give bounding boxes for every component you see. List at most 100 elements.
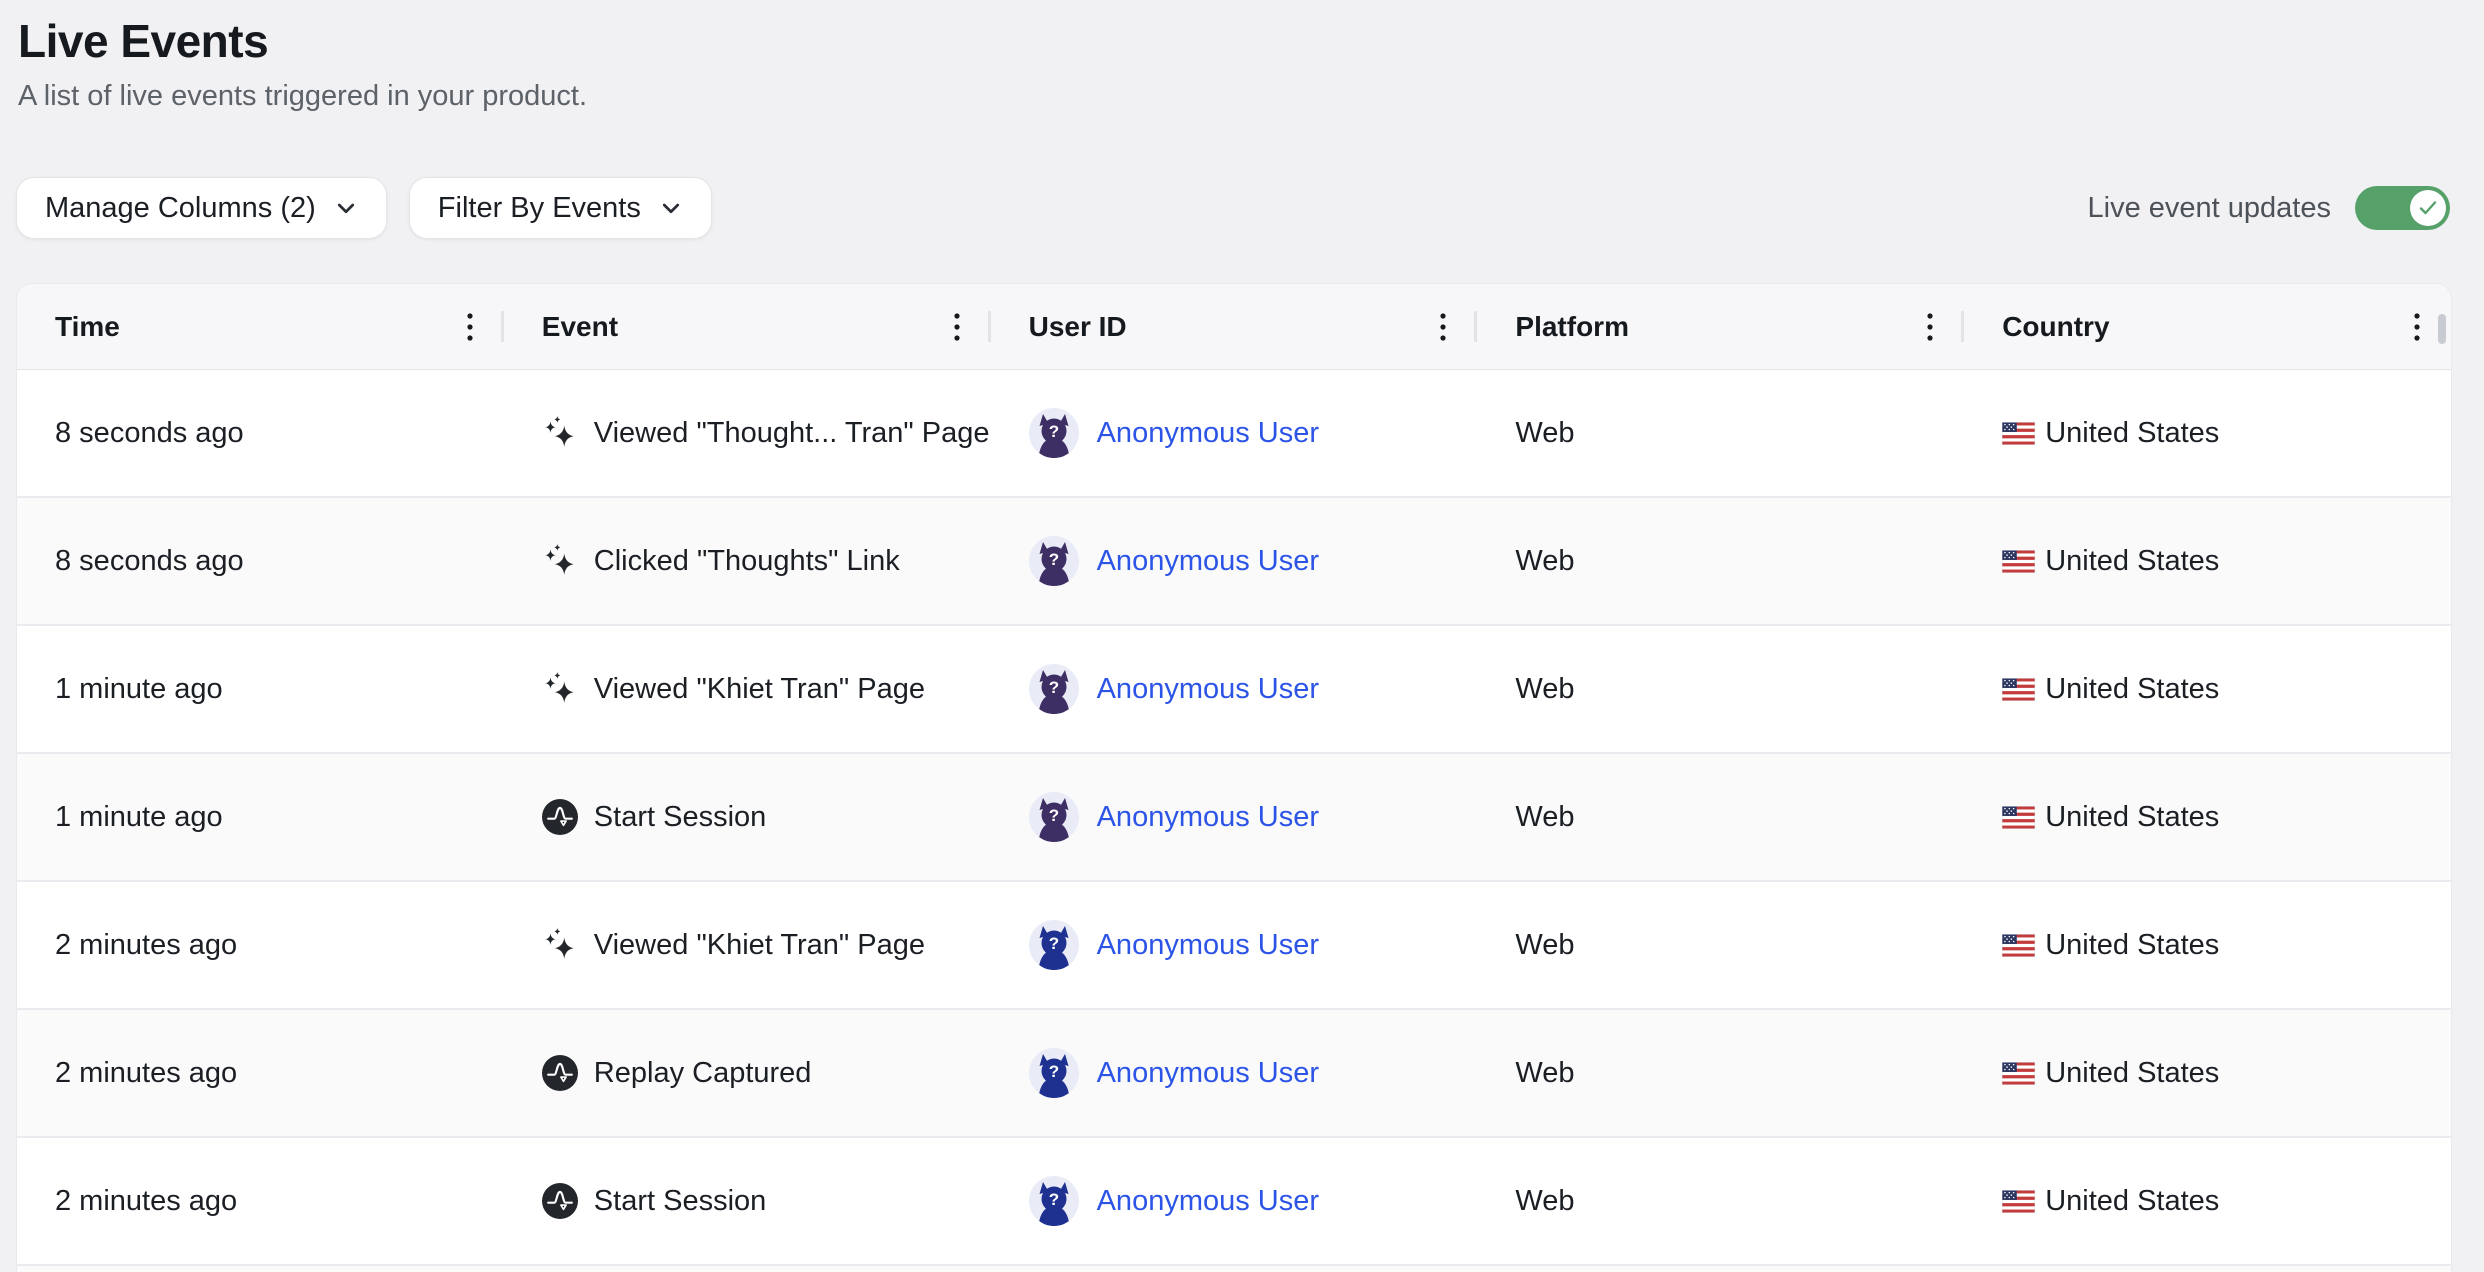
country-cell: United States	[1964, 1010, 2451, 1136]
country-label: United States	[2045, 1185, 2219, 1218]
us-flag-icon	[2002, 678, 2035, 701]
country-label: United States	[2045, 801, 2219, 834]
live-updates-control: Live event updates	[2088, 186, 2450, 230]
anonymous-avatar	[1029, 1048, 1079, 1098]
time-cell: 2 minutes ago	[17, 1138, 504, 1264]
event-cell: Viewed "Khiet Tran" Page	[504, 626, 991, 752]
chevron-down-icon	[659, 196, 683, 220]
anonymous-avatar	[1029, 408, 1079, 458]
user-cell: Anonymous User	[991, 754, 1478, 880]
country-label: United States	[2045, 417, 2219, 450]
country-cell: United States	[1964, 626, 2451, 752]
country-cell: United States	[1964, 1138, 2451, 1264]
column-label: Event	[542, 311, 618, 343]
user-link[interactable]: Anonymous User	[1097, 1185, 1319, 1218]
user-cell: Anonymous User	[991, 1010, 1478, 1136]
time-cell: 1 minute ago	[17, 626, 504, 752]
page-header: Live Events A list of live events trigge…	[0, 0, 2484, 113]
table-row[interactable]: 8 seconds ago Viewed "Thought... Tran" P…	[17, 370, 2451, 498]
column-menu-kebab-icon[interactable]	[1920, 307, 1940, 347]
event-label: Clicked "Thoughts" Link	[594, 545, 900, 578]
us-flag-icon	[2002, 422, 2035, 445]
amplitude-logo-icon	[542, 1183, 578, 1219]
time-cell: 2 minutes ago	[17, 1010, 504, 1136]
table-row[interactable]: 8 seconds ago Clicked "Thoughts" Link An…	[17, 498, 2451, 626]
platform-cell: Web	[1477, 498, 1964, 624]
us-flag-icon	[2002, 550, 2035, 573]
anonymous-avatar	[1029, 664, 1079, 714]
us-flag-icon	[2002, 1190, 2035, 1213]
table-row[interactable]: 1 minute ago Start Session Anonymous Use…	[17, 754, 2451, 882]
event-label: Replay Captured	[594, 1057, 812, 1090]
sparkles-icon	[542, 671, 578, 707]
country-cell: United States	[1964, 754, 2451, 880]
user-link[interactable]: Anonymous User	[1097, 417, 1319, 450]
user-link[interactable]: Anonymous User	[1097, 673, 1319, 706]
column-label: User ID	[1029, 311, 1127, 343]
platform-cell: Web	[1477, 754, 1964, 880]
event-label: Viewed "Khiet Tran" Page	[594, 673, 925, 706]
table-header-row: Time Event User ID Platform Country	[17, 284, 2451, 370]
amplitude-logo-icon	[542, 1055, 578, 1091]
page-subtitle: A list of live events triggered in your …	[18, 80, 2460, 113]
manage-columns-label: Manage Columns (2)	[45, 192, 316, 225]
time-cell: 8 seconds ago	[17, 498, 504, 624]
toggle-knob	[2410, 190, 2446, 226]
column-menu-kebab-icon[interactable]	[947, 307, 967, 347]
country-cell: United States	[1964, 370, 2451, 496]
user-cell: Anonymous User	[991, 1138, 1478, 1264]
column-menu-kebab-icon[interactable]	[460, 307, 480, 347]
column-header-country[interactable]: Country	[1964, 284, 2451, 369]
filter-by-events-button[interactable]: Filter By Events	[409, 177, 712, 239]
time-cell: 2 minutes ago	[17, 882, 504, 1008]
time-cell: 1 minute ago	[17, 754, 504, 880]
column-menu-kebab-icon[interactable]	[1433, 307, 1453, 347]
anonymous-avatar	[1029, 792, 1079, 842]
us-flag-icon	[2002, 934, 2035, 957]
us-flag-icon	[2002, 1062, 2035, 1085]
user-link[interactable]: Anonymous User	[1097, 1057, 1319, 1090]
live-events-table: Time Event User ID Platform Country 8 se…	[16, 283, 2452, 1272]
country-label: United States	[2045, 1057, 2219, 1090]
table-row[interactable]: 2 minutes ago Start Session Anonymous Us…	[17, 1138, 2451, 1266]
platform-cell: Web	[1477, 882, 1964, 1008]
platform-cell: Web	[1477, 1010, 1964, 1136]
us-flag-icon	[2002, 806, 2035, 829]
manage-columns-button[interactable]: Manage Columns (2)	[16, 177, 387, 239]
column-header-platform[interactable]: Platform	[1477, 284, 1964, 369]
event-cell: Start Session	[504, 754, 991, 880]
page-title: Live Events	[18, 14, 2460, 68]
platform-cell: Web	[1477, 370, 1964, 496]
column-label: Country	[2002, 311, 2109, 343]
event-cell: Start Session	[504, 1138, 991, 1264]
anonymous-avatar	[1029, 1176, 1079, 1226]
check-icon	[2416, 196, 2440, 220]
user-cell: Anonymous User	[991, 370, 1478, 496]
table-row[interactable]: 2 minutes ago Replay Captured Anonymous …	[17, 1010, 2451, 1138]
amplitude-logo-icon	[542, 799, 578, 835]
event-cell: Clicked "Thoughts" Link	[504, 498, 991, 624]
country-label: United States	[2045, 545, 2219, 578]
column-menu-kebab-icon[interactable]	[2407, 307, 2427, 347]
anonymous-avatar	[1029, 920, 1079, 970]
column-header-time[interactable]: Time	[17, 284, 504, 369]
platform-cell: Web	[1477, 1138, 1964, 1264]
user-link[interactable]: Anonymous User	[1097, 929, 1319, 962]
user-link[interactable]: Anonymous User	[1097, 545, 1319, 578]
vertical-scrollbar-thumb[interactable]	[2438, 314, 2446, 344]
live-updates-toggle[interactable]	[2355, 186, 2450, 230]
user-cell: Anonymous User	[991, 882, 1478, 1008]
event-label: Viewed "Khiet Tran" Page	[594, 929, 925, 962]
user-link[interactable]: Anonymous User	[1097, 801, 1319, 834]
table-row[interactable]: 1 minute ago Viewed "Khiet Tran" Page An…	[17, 626, 2451, 754]
time-cell: 8 seconds ago	[17, 370, 504, 496]
table-row[interactable]: 2 minutes ago Viewed "Khiet Tran" Page A…	[17, 882, 2451, 1010]
event-cell: Viewed "Thought... Tran" Page	[504, 370, 991, 496]
column-header-event[interactable]: Event	[504, 284, 991, 369]
column-label: Platform	[1515, 311, 1629, 343]
event-label: Start Session	[594, 801, 766, 834]
chevron-down-icon	[334, 196, 358, 220]
user-cell: Anonymous User	[991, 498, 1478, 624]
column-header-user-id[interactable]: User ID	[991, 284, 1478, 369]
user-cell: Anonymous User	[991, 626, 1478, 752]
